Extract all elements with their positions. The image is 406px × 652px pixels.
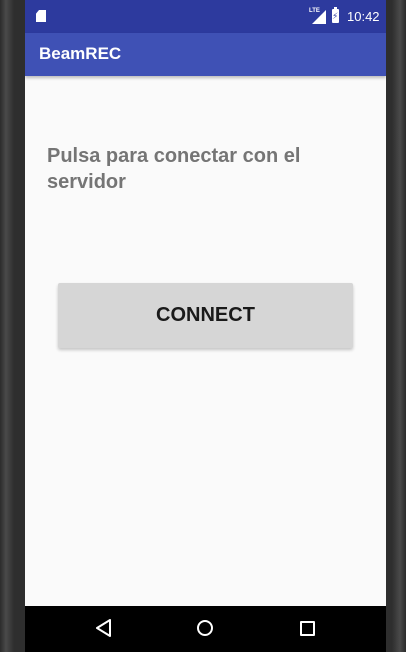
app-title: BeamREC bbox=[39, 44, 122, 63]
sd-card-icon bbox=[36, 10, 46, 22]
screen: LTE 10:42 BeamREC Pulsa para conectar co… bbox=[25, 0, 386, 652]
status-clock: 10:42 bbox=[347, 9, 380, 24]
battery-charging-icon bbox=[332, 7, 339, 23]
status-bar: LTE 10:42 bbox=[25, 0, 386, 33]
device-frame: LTE 10:42 BeamREC Pulsa para conectar co… bbox=[0, 0, 406, 652]
connect-button[interactable]: CONNECT bbox=[58, 283, 353, 348]
app-bar: BeamREC bbox=[25, 33, 386, 76]
back-icon[interactable] bbox=[96, 619, 112, 637]
signal-icon bbox=[312, 10, 326, 24]
recents-icon[interactable] bbox=[300, 621, 315, 636]
home-icon[interactable] bbox=[197, 620, 213, 636]
connect-prompt-text: Pulsa para conectar con el servidor bbox=[47, 145, 301, 193]
navigation-bar bbox=[25, 606, 386, 652]
